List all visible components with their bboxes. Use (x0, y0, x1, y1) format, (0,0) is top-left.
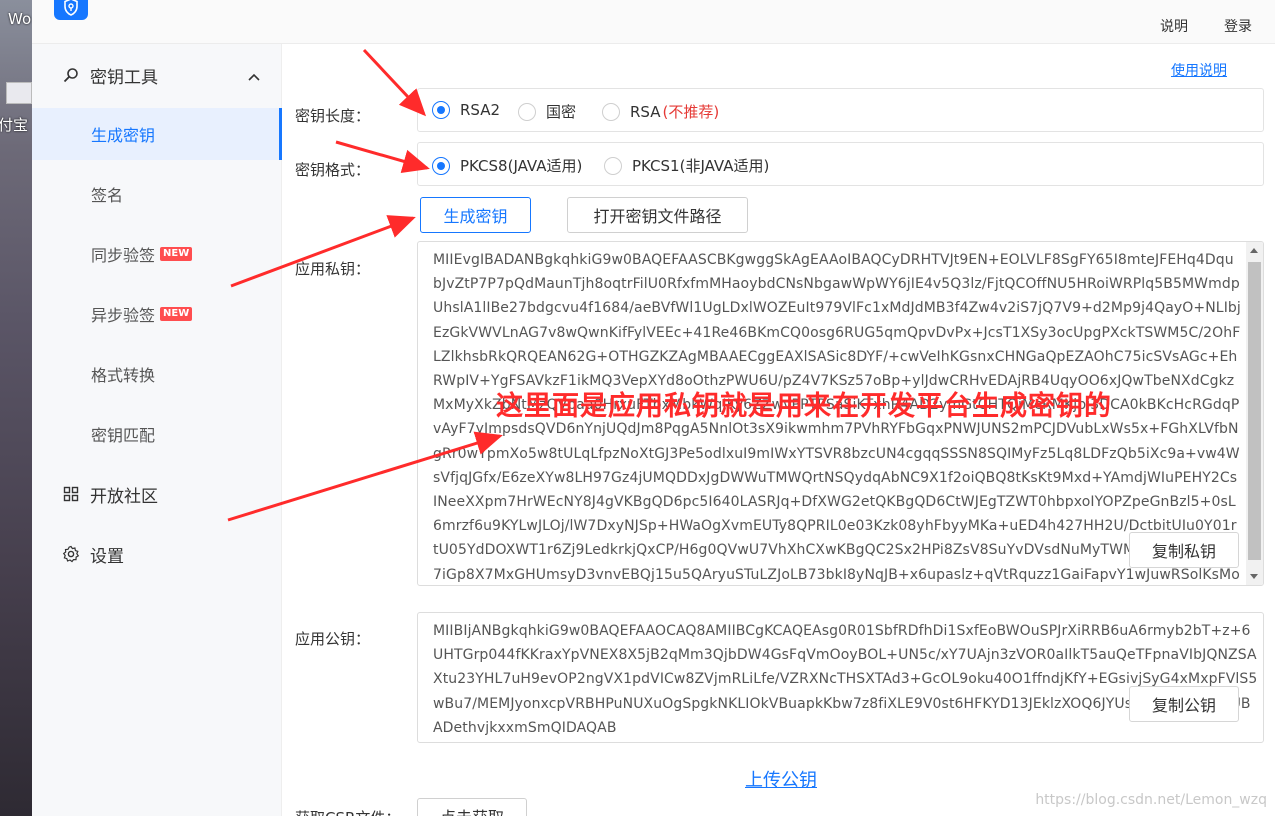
watermark: https://blog.csdn.net/Lemon_wzq (1035, 792, 1267, 808)
sidebar-item-label: 签名 (91, 186, 124, 205)
sidebar-item-label: 格式转换 (91, 366, 156, 385)
sidebar-item-label: 异步验签 (91, 306, 156, 325)
private-key-label: 应用私钥： (295, 260, 371, 278)
upload-public-key-link[interactable]: 上传公钥 (745, 766, 817, 792)
key-format-label: 密钥格式： (295, 161, 371, 179)
sidebar-item-format-convert[interactable]: 格式转换 (32, 348, 282, 400)
login-button[interactable]: 登录 (1218, 2, 1258, 36)
sidebar-group-label: 密钥工具 (90, 67, 158, 88)
private-key-scrollbar[interactable] (1246, 242, 1263, 585)
gear-icon (62, 545, 80, 563)
app-logo-icon (54, 0, 88, 20)
scroll-down-icon[interactable] (1250, 574, 1258, 579)
search-icon (62, 66, 80, 84)
copy-private-key-button[interactable]: 复制私钥 (1129, 532, 1239, 568)
not-recommended-note: (不推荐) (662, 103, 720, 121)
key-length-label: 密钥长度： (295, 107, 371, 125)
radio-circle (432, 156, 450, 175)
help-button[interactable]: 说明 (1154, 2, 1194, 36)
sidebar-item-label: 同步验签 (91, 246, 156, 265)
desktop-label-mid: 付宝 (0, 116, 29, 134)
usage-link[interactable]: 使用说明 (1171, 60, 1227, 80)
radio-label: 国密 (546, 103, 577, 121)
radio-circle (518, 102, 536, 121)
radio-pkcs1[interactable]: PKCS1(非JAVA适用) (604, 155, 769, 176)
csr-label: 获取CSR文件： (295, 807, 400, 816)
grid-icon (62, 485, 80, 503)
new-badge: NEW (160, 247, 193, 261)
sidebar-item-label: 密钥匹配 (91, 426, 156, 445)
scroll-up-icon[interactable] (1250, 248, 1258, 253)
desktop-file-icon[interactable] (6, 82, 32, 104)
sidebar-item-generate-key[interactable]: 生成密钥 (32, 108, 282, 160)
radio-sm2[interactable]: 国密 (518, 101, 576, 122)
chevron-up-icon (248, 66, 260, 86)
sidebar: 密钥工具 生成密钥 签名 同步验签 NEW 异步验签 NEW 格式转换 密钥匹配 开… (32, 44, 282, 816)
sidebar-item-sync-verify[interactable]: 同步验签 NEW (32, 228, 282, 280)
new-badge: NEW (160, 307, 193, 321)
top-bar: 说明 登录 (32, 0, 1275, 44)
radio-rsa2[interactable]: RSA2 (432, 101, 500, 119)
main-panel: 使用说明 密钥长度： RSA2 国密 RSA (不推荐) 密钥格式： PKCS8(… (283, 44, 1275, 816)
help-label: 说明 (1160, 19, 1188, 35)
open-key-path-button[interactable]: 打开密钥文件路径 (567, 197, 748, 233)
public-key-label: 应用公钥： (295, 630, 371, 648)
key-length-options: RSA2 国密 RSA (不推荐) (417, 88, 1264, 132)
annotation-text: 这里面是应用私钥就是用来在开发平台生成密钥的 (496, 391, 1112, 422)
radio-label: RSA (630, 102, 661, 121)
sidebar-item-async-verify[interactable]: 异步验签 NEW (32, 288, 282, 340)
sidebar-group-label: 开放社区 (90, 486, 158, 507)
generate-key-button[interactable]: 生成密钥 (420, 197, 531, 233)
scroll-thumb[interactable] (1248, 262, 1261, 560)
radio-circle (604, 156, 622, 175)
help-icon (1154, 2, 1194, 16)
login-icon (1218, 2, 1258, 16)
radio-label: RSA2 (460, 101, 501, 119)
copy-public-key-button[interactable]: 复制公钥 (1129, 686, 1239, 722)
radio-circle (602, 102, 620, 121)
public-key-textarea[interactable]: MIIBIjANBgkqhkiG9w0BAQEFAAOCAQ8AMIIBCgKC… (417, 612, 1264, 743)
key-format-options: PKCS8(JAVA适用) PKCS1(非JAVA适用) (417, 142, 1264, 186)
sidebar-group-key-tools[interactable]: 密钥工具 (32, 46, 282, 104)
desktop-label-top: Wo (8, 10, 32, 28)
radio-label: PKCS1(非JAVA适用) (632, 157, 770, 175)
radio-circle (432, 101, 450, 119)
sidebar-group-label: 设置 (90, 546, 124, 567)
sidebar-item-sign[interactable]: 签名 (32, 168, 282, 220)
login-label: 登录 (1224, 19, 1252, 35)
get-csr-button[interactable]: 点击获取 (417, 798, 527, 816)
radio-rsa[interactable]: RSA (不推荐) (602, 101, 719, 122)
desktop-background: Wo 付宝 (0, 0, 32, 816)
radio-pkcs8[interactable]: PKCS8(JAVA适用) (432, 155, 582, 176)
sidebar-item-key-match[interactable]: 密钥匹配 (32, 408, 282, 460)
sidebar-group-settings[interactable]: 设置 (32, 525, 282, 583)
sidebar-group-community[interactable]: 开放社区 (32, 465, 282, 523)
sidebar-item-label: 生成密钥 (91, 126, 156, 145)
radio-label: PKCS8(JAVA适用) (460, 157, 583, 175)
